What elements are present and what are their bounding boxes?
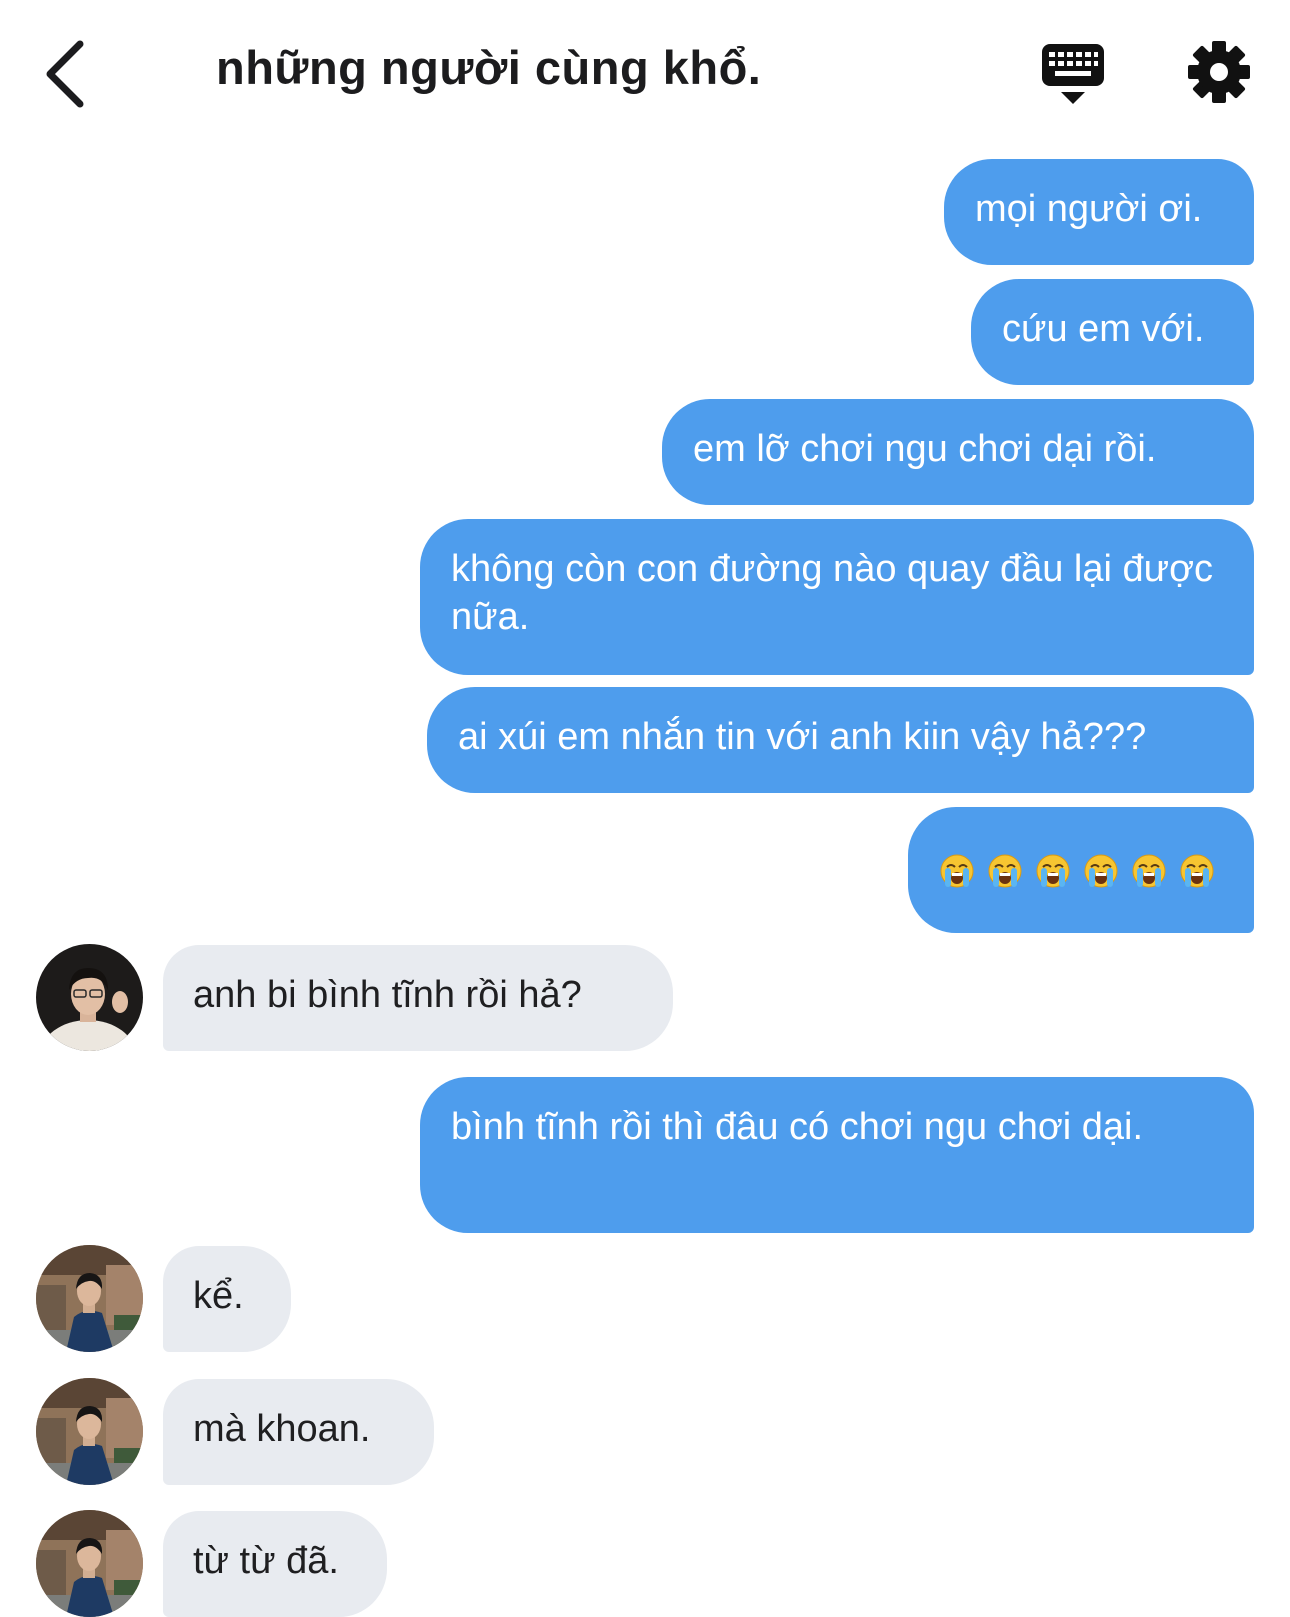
back-button[interactable]: [36, 34, 106, 114]
message-bubble-outgoing[interactable]: em lỡ chơi ngu chơi dại rồi.: [662, 399, 1254, 505]
avatar[interactable]: [36, 1510, 143, 1617]
avatar-dark-portrait: [36, 944, 143, 1051]
message-text: ai xúi em nhắn tin với anh kiin vậy hả??…: [458, 716, 1147, 758]
avatar[interactable]: [36, 944, 143, 1051]
chat-header: những người cùng khổ.: [0, 0, 1290, 150]
message-text: anh bi bình tĩnh rồi hả?: [193, 974, 582, 1016]
message-bubble-outgoing[interactable]: mọi người ơi.: [944, 159, 1254, 265]
chevron-left-icon: [46, 40, 84, 108]
message-bubble-incoming[interactable]: từ từ đã.: [163, 1511, 387, 1617]
loudly-crying-face-icon: [1084, 854, 1118, 888]
avatar[interactable]: [36, 1245, 143, 1352]
loudly-crying-face-icon: [1036, 854, 1070, 888]
chat-title: những người cùng khổ.: [216, 41, 762, 94]
gear-icon: [1188, 41, 1250, 103]
message-bubble-outgoing[interactable]: [908, 807, 1254, 933]
loudly-crying-face-icon: [988, 854, 1022, 888]
loudly-crying-face-icon: [1180, 854, 1214, 888]
message-text: em lỡ chơi ngu chơi dại rồi.: [693, 428, 1157, 470]
message-bubble-outgoing[interactable]: ai xúi em nhắn tin với anh kiin vậy hả??…: [427, 687, 1254, 793]
message-text: kể.: [193, 1275, 244, 1317]
loudly-crying-face-icon: [940, 854, 974, 888]
emoji-row: [939, 848, 1215, 890]
message-bubble-outgoing[interactable]: cứu em với.: [971, 279, 1254, 385]
message-bubble-outgoing[interactable]: bình tĩnh rồi thì đâu có chơi ngu chơi d…: [420, 1077, 1254, 1233]
loudly-crying-face-icon: [1132, 854, 1166, 888]
message-bubble-incoming[interactable]: mà khoan.: [163, 1379, 434, 1485]
avatar-street-portrait: [36, 1245, 143, 1352]
message-text: cứu em với.: [1002, 308, 1205, 350]
message-text: bình tĩnh rồi thì đâu có chơi ngu chơi d…: [451, 1106, 1144, 1148]
message-text: mà khoan.: [193, 1408, 371, 1450]
message-bubble-incoming[interactable]: anh bi bình tĩnh rồi hả?: [163, 945, 673, 1051]
message-text: không còn con đường nào quay đầu lại đượ…: [451, 548, 1214, 638]
settings-button[interactable]: [1187, 40, 1251, 104]
avatar[interactable]: [36, 1378, 143, 1485]
keyboard-button[interactable]: [1040, 42, 1106, 108]
keyboard-icon: [1042, 44, 1104, 104]
message-bubble-outgoing[interactable]: không còn con đường nào quay đầu lại đượ…: [420, 519, 1254, 675]
message-text: mọi người ơi.: [975, 188, 1203, 230]
avatar-street-portrait: [36, 1378, 143, 1485]
avatar-street-portrait: [36, 1510, 143, 1617]
message-text: từ từ đã.: [193, 1540, 339, 1582]
message-bubble-incoming[interactable]: kể.: [163, 1246, 291, 1352]
